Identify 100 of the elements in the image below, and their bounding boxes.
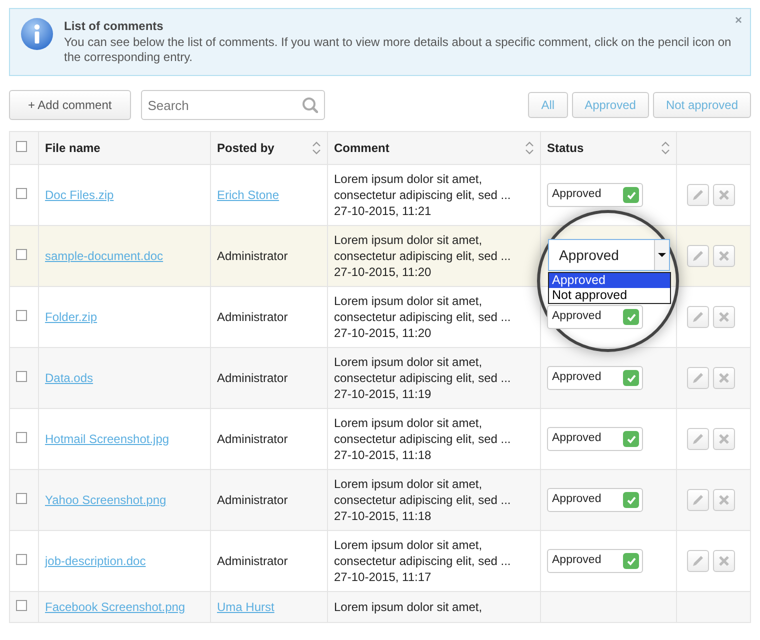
author-name: Administrator [217, 310, 288, 324]
check-icon [626, 312, 636, 322]
delete-button[interactable] [713, 245, 735, 267]
comment-text: consectetur adipiscing elit, sed ... [334, 553, 512, 569]
delete-button[interactable] [713, 184, 735, 206]
column-header: Status [547, 140, 584, 157]
edit-button[interactable] [687, 428, 709, 450]
check-icon [626, 495, 636, 505]
row-checkbox[interactable] [16, 188, 27, 199]
pencil-icon [691, 188, 705, 202]
close-icon [717, 371, 731, 385]
comment-text: 27-10-2015, 11:18 [334, 447, 432, 463]
caret-icon [658, 253, 666, 257]
edit-button[interactable] [687, 367, 709, 389]
pencil-icon [691, 493, 705, 507]
check-icon [626, 556, 636, 566]
info-icon [20, 17, 54, 51]
status-select[interactable]: Approved [547, 366, 643, 390]
comment-text: consectetur adipiscing elit, sed ... [334, 431, 512, 447]
delete-button[interactable] [713, 428, 735, 450]
close-icon [717, 188, 731, 202]
select-all-checkbox[interactable] [16, 141, 27, 152]
dropdown-option[interactable]: Approved [549, 273, 670, 288]
column-header: Comment [334, 140, 390, 157]
pencil-icon [691, 310, 705, 324]
table-row[interactable]: Facebook Screenshot.png Uma Hurst Lorem ipsum dolor sit amet, [10, 592, 750, 622]
comment-text: 27-10-2015, 11:20 [334, 264, 432, 280]
author-name: Administrator [217, 371, 288, 385]
comment-text: Lorem ipsum dolor sit amet, [334, 293, 484, 309]
comment-text: consectetur adipiscing elit, sed ... [334, 309, 512, 325]
pencil-icon [691, 371, 705, 385]
comment-text: Lorem ipsum dolor sit amet, [334, 476, 484, 492]
header-cell[interactable]: Status [540, 132, 676, 164]
edit-button[interactable] [687, 184, 709, 206]
comment-text: 27-10-2015, 11:18 [334, 508, 432, 524]
comment-text: Lorem ipsum dolor sit amet, [334, 232, 484, 248]
close-icon [717, 249, 731, 263]
search-icon [302, 97, 318, 113]
author-name: Administrator [217, 432, 288, 446]
edit-button[interactable] [687, 550, 709, 572]
close-icon [717, 432, 731, 446]
table-row[interactable]: Data.ods Administrator Lorem ipsum dolor sit amet, consectetur adipiscing elit, sed ... 27-10-2015, 11:19 Approved [10, 348, 750, 408]
status-select[interactable]: Approved [547, 305, 643, 329]
edit-button[interactable] [687, 489, 709, 511]
row-checkbox[interactable] [16, 371, 27, 382]
comment-text: Lorem ipsum dolor sit amet, [334, 415, 484, 431]
header-cell[interactable]: Comment [328, 132, 540, 164]
add-comment-button[interactable]: + Add comment [9, 90, 131, 120]
row-checkbox[interactable] [16, 554, 27, 565]
check-icon [626, 190, 636, 200]
status-select[interactable]: Approved [547, 488, 643, 512]
alert-title: List of comments [64, 18, 164, 35]
edit-button[interactable] [687, 306, 709, 328]
header-cell[interactable]: Posted by [210, 132, 328, 164]
status-select[interactable]: Approved [547, 427, 643, 451]
comment-text: Lorem ipsum dolor sit amet, [334, 599, 484, 615]
close-icon [717, 554, 731, 568]
comment-text: Lorem ipsum dolor sit amet, [334, 171, 484, 187]
column-header: Posted by [217, 140, 274, 157]
row-checkbox[interactable] [16, 432, 27, 443]
search-field[interactable]: Search [140, 90, 325, 120]
check-icon [626, 434, 636, 444]
comment-text: 27-10-2015, 11:19 [334, 386, 432, 402]
pencil-icon [691, 249, 705, 263]
author-name: Administrator [217, 554, 288, 568]
table-row[interactable]: Doc Files.zip Erich Stone Lorem ipsum dolor sit amet, consectetur adipiscing elit, sed ... 27-10-2015, 11:21 Approved [10, 164, 750, 226]
delete-button[interactable] [713, 367, 735, 389]
close-icon [717, 310, 731, 324]
edit-button[interactable] [687, 245, 709, 267]
author-name: Administrator [217, 249, 288, 263]
comment-text: 27-10-2015, 11:17 [334, 569, 432, 585]
row-checkbox[interactable] [16, 493, 27, 504]
comment-text: consectetur adipiscing elit, sed ... [334, 187, 512, 203]
table-row[interactable]: job-description.doc Administrator Lorem ipsum dolor sit amet, consectetur adipiscing elit, sed ... 27-10-2015, 11:17 Approved [10, 530, 750, 592]
comment-text: consectetur adipiscing elit, sed ... [334, 370, 512, 386]
row-checkbox[interactable] [16, 249, 27, 260]
comment-text: consectetur adipiscing elit, sed ... [334, 492, 512, 508]
alert-message: You can see below the list of comments. If you want to view more details about a specific comment, click on the pencil icon on the corresponding entry. [64, 35, 732, 65]
column-header: File name [45, 140, 100, 157]
check-icon [626, 373, 636, 383]
close-icon [717, 493, 731, 507]
comment-text: 27-10-2015, 11:21 [334, 203, 432, 219]
delete-button[interactable] [713, 550, 735, 572]
delete-button[interactable] [713, 489, 735, 511]
status-select[interactable]: Approved [547, 549, 643, 573]
delete-button[interactable] [713, 306, 735, 328]
dropdown-option[interactable]: Not approved [549, 288, 670, 303]
header-cell[interactable]: File name [38, 132, 210, 164]
pencil-icon [691, 432, 705, 446]
comment-text: 27-10-2015, 11:20 [334, 325, 432, 341]
row-checkbox[interactable] [16, 310, 27, 321]
status-select[interactable]: Approved [547, 183, 643, 207]
table-row[interactable]: Yahoo Screenshot.png Administrator Lorem ipsum dolor sit amet, consectetur adipiscing elit, sed ... 27-10-2015, 11:18 Approved [10, 470, 750, 530]
row-checkbox[interactable] [16, 600, 27, 611]
comment-text: consectetur adipiscing elit, sed ... [334, 248, 512, 264]
comment-text: Lorem ipsum dolor sit amet, [334, 537, 484, 553]
pencil-icon [691, 554, 705, 568]
comment-text: Lorem ipsum dolor sit amet, [334, 354, 484, 370]
status-select[interactable]: Approved [548, 239, 670, 271]
table-row[interactable]: Hotmail Screenshot.jpg Administrator Lorem ipsum dolor sit amet, consectetur adipiscing elit, sed ... 27-10-2015, 11:18 Approved [10, 408, 750, 470]
